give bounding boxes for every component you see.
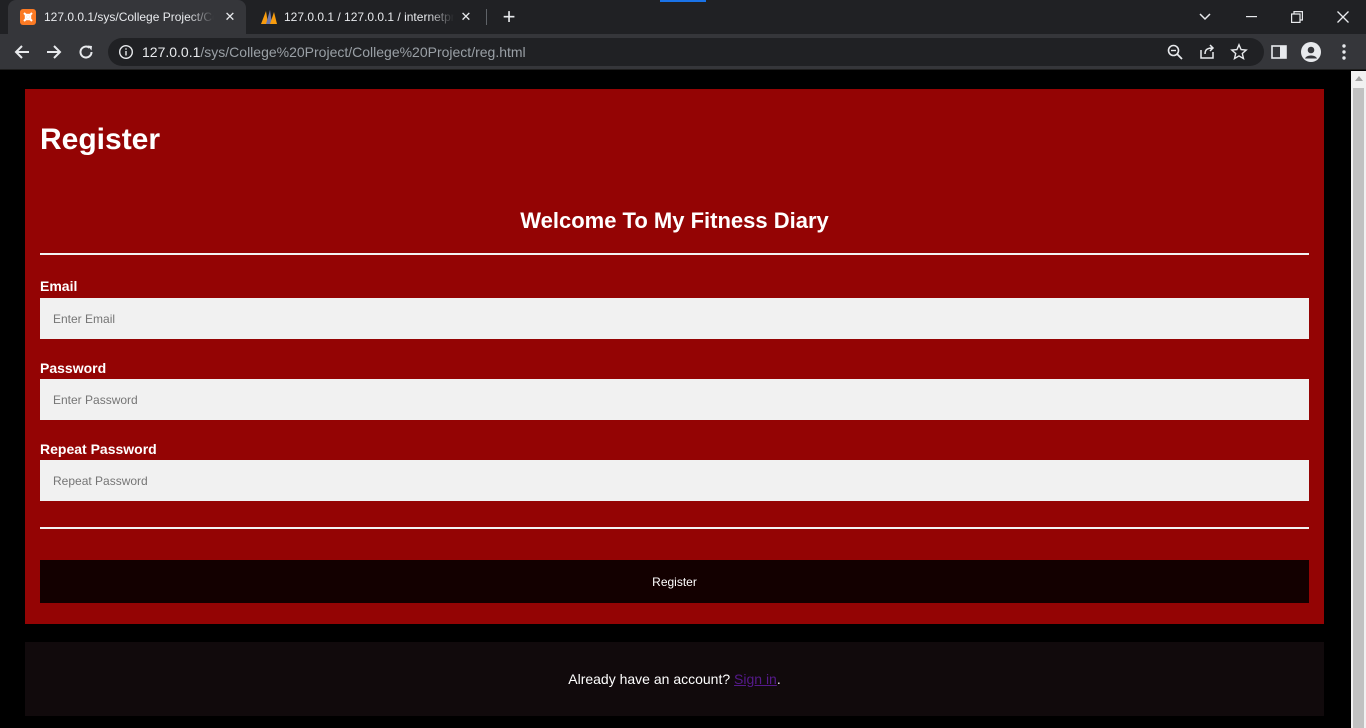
bookmark-star-icon[interactable] [1230,43,1248,61]
tab-strip: 127.0.0.1/sys/College Project/College Pr… [0,0,1366,34]
forward-arrow-icon[interactable] [40,38,68,66]
xampp-icon [20,9,36,25]
window-close-icon[interactable] [1320,0,1366,34]
share-icon[interactable] [1198,43,1216,61]
tab-title: 127.0.0.1 / 127.0.0.1 / internetproject … [284,10,454,24]
sign-in-link[interactable]: Sign in [734,671,777,687]
divider [40,527,1309,529]
restore-icon[interactable] [1274,0,1320,34]
tab-search-chevron-down-icon[interactable] [1182,0,1228,34]
close-icon[interactable]: ✕ [458,9,474,25]
back-arrow-icon[interactable] [8,38,36,66]
tab-separator [486,9,487,25]
url-text: 127.0.0.1/sys/College%20Project/College%… [142,38,526,66]
email-field[interactable] [40,298,1309,339]
tab-drag-indicator [660,0,706,2]
minimize-icon[interactable] [1228,0,1274,34]
register-form: Register Welcome To My Fitness Diary Ema… [25,89,1324,624]
new-tab-plus-icon[interactable]: + [498,6,520,28]
page-title: Register [40,123,161,156]
phpmyadmin-icon [260,9,277,25]
site-info-icon[interactable] [118,44,134,65]
address-bar[interactable]: 127.0.0.1/sys/College%20Project/College%… [108,38,1264,66]
password-label: Password [40,360,107,376]
signin-suffix: . [776,671,781,687]
tab-inactive[interactable]: 127.0.0.1 / 127.0.0.1 / internetproject … [248,0,482,34]
page-scrollbar[interactable] [1351,71,1366,728]
repeat-password-field[interactable] [40,460,1309,501]
divider [40,253,1309,255]
tab-title: 127.0.0.1/sys/College Project/College Pr… [44,10,214,24]
tab-active[interactable]: 127.0.0.1/sys/College Project/College Pr… [8,0,246,34]
page-viewport: Register Welcome To My Fitness Diary Ema… [0,71,1366,728]
password-field[interactable] [40,379,1309,420]
email-label: Email [40,278,78,294]
register-button[interactable]: Register [40,560,1309,603]
welcome-heading: Welcome To My Fitness Diary [520,208,829,233]
close-icon[interactable]: ✕ [222,9,238,25]
signin-container: Already have an account? Sign in. [25,642,1324,716]
url-path: /sys/College%20Project/College%20Project… [200,44,526,60]
repeat-password-label: Repeat Password [40,441,157,457]
browser-toolbar: 127.0.0.1/sys/College%20Project/College%… [0,34,1366,70]
zoom-icon[interactable] [1166,43,1184,61]
scroll-thumb[interactable] [1353,88,1364,728]
url-host: 127.0.0.1 [142,44,201,60]
reload-icon[interactable] [72,38,100,66]
signin-prefix: Already have an account? [568,671,735,687]
profile-avatar-icon[interactable] [1301,42,1321,62]
signin-prompt: Already have an account? Sign in. [25,671,1324,687]
side-panel-icon[interactable] [1269,42,1289,62]
scroll-up-arrow-icon[interactable] [1355,76,1363,81]
menu-kebab-icon[interactable] [1334,42,1354,62]
